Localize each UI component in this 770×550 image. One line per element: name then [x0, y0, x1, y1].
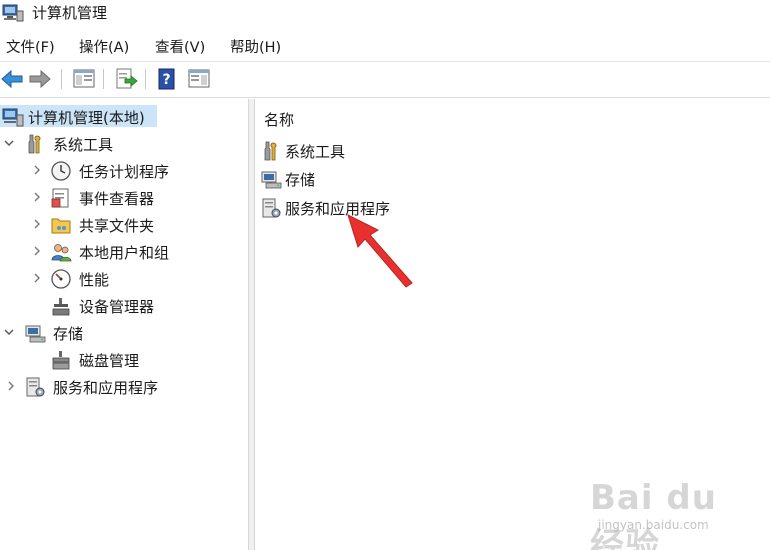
event-viewer-icon — [51, 188, 69, 208]
storage-icon — [261, 171, 282, 189]
help-icon[interactable]: ? — [155, 67, 179, 91]
system-tools-icon — [28, 134, 41, 154]
users-group-icon — [51, 244, 72, 262]
chevron-right-icon[interactable] — [31, 163, 43, 177]
chevron-right-icon[interactable] — [31, 190, 43, 204]
svg-text:?: ? — [162, 72, 170, 88]
tree-item-label: 共享文件夹 — [79, 217, 155, 235]
menu-help[interactable]: 帮助(H) — [230, 36, 281, 57]
computer-management-icon — [2, 108, 24, 127]
tree-item-label: 系统工具 — [53, 136, 114, 154]
menu-file[interactable]: 文件(F) — [6, 36, 55, 57]
toolbar: ? — [0, 61, 770, 95]
chevron-down-icon[interactable] — [3, 136, 15, 150]
menu-bar: 文件(F) 操作(A) 查看(V) 帮助(H) — [0, 32, 770, 60]
menu-view[interactable]: 查看(V) — [155, 36, 205, 57]
tree-item-label: 计算机管理(本地) — [28, 109, 145, 127]
tree-item-task-scheduler[interactable]: 任务计划程序 — [0, 159, 247, 183]
tree-item-label: 事件查看器 — [79, 190, 155, 208]
tree-item-label: 服务和应用程序 — [53, 379, 159, 397]
tree-item-label: 性能 — [79, 271, 110, 289]
device-manager-icon — [52, 298, 70, 316]
services-applications-icon — [262, 198, 281, 218]
computer-management-icon — [2, 4, 24, 22]
tree-item-label: 设备管理器 — [79, 298, 155, 316]
tree-item-system-tools[interactable]: 系统工具 — [0, 132, 247, 156]
tree-item-shared-folders[interactable]: 共享文件夹 — [0, 213, 247, 237]
window-title: 计算机管理 — [32, 4, 108, 22]
chevron-right-icon[interactable] — [31, 244, 43, 258]
tree-item-label: 任务计划程序 — [79, 163, 170, 181]
chevron-down-icon[interactable] — [3, 325, 15, 339]
toolbar-divider — [0, 97, 770, 98]
tree-item-storage[interactable]: 存储 — [0, 321, 247, 345]
tree-item-local-users-groups[interactable]: 本地用户和组 — [0, 240, 247, 264]
system-tools-icon — [264, 141, 277, 161]
tree-item-label: 本地用户和组 — [79, 244, 170, 262]
title-bar: 计算机管理 — [0, 0, 770, 28]
clock-icon — [51, 161, 71, 181]
tree-item-label: 存储 — [53, 325, 84, 343]
show-hide-action-pane-icon[interactable] — [187, 67, 211, 91]
console-tree: 计算机管理(本地) 系统工具 任务计划程序 事件查看器 共享文件夹 本地用户和组… — [0, 99, 247, 550]
pane-splitter[interactable] — [248, 99, 255, 550]
tree-item-disk-management[interactable]: 磁盘管理 — [0, 348, 247, 372]
tree-item-device-manager[interactable]: 设备管理器 — [0, 294, 247, 318]
performance-gauge-icon — [51, 269, 71, 289]
shared-folder-icon — [51, 218, 71, 234]
chevron-right-icon[interactable] — [5, 379, 17, 393]
export-list-icon[interactable] — [114, 67, 138, 91]
tree-item-computer-management-local[interactable]: 计算机管理(本地) — [0, 105, 247, 129]
list-item-label: 存储 — [285, 171, 316, 189]
storage-icon — [25, 325, 46, 343]
toolbar-separator — [145, 69, 146, 89]
tree-item-services-applications[interactable]: 服务和应用程序 — [0, 375, 247, 399]
list-item-label: 服务和应用程序 — [285, 200, 391, 218]
list-item-label: 系统工具 — [285, 143, 346, 161]
tree-item-performance[interactable]: 性能 — [0, 267, 247, 291]
toolbar-separator — [103, 69, 104, 89]
disk-management-icon — [52, 351, 70, 370]
forward-icon[interactable] — [28, 67, 52, 91]
column-header-name[interactable]: 名称 — [264, 109, 294, 130]
results-pane: 名称 系统工具 存储 服务和应用程序 — [255, 99, 770, 550]
show-hide-console-tree-icon[interactable] — [72, 67, 96, 91]
services-applications-icon — [26, 377, 45, 397]
back-icon[interactable] — [0, 67, 24, 91]
chevron-right-icon[interactable] — [31, 217, 43, 231]
tree-item-label: 磁盘管理 — [79, 352, 140, 370]
toolbar-separator — [61, 69, 62, 89]
menu-action[interactable]: 操作(A) — [79, 36, 129, 57]
tree-item-event-viewer[interactable]: 事件查看器 — [0, 186, 247, 210]
chevron-right-icon[interactable] — [31, 271, 43, 285]
